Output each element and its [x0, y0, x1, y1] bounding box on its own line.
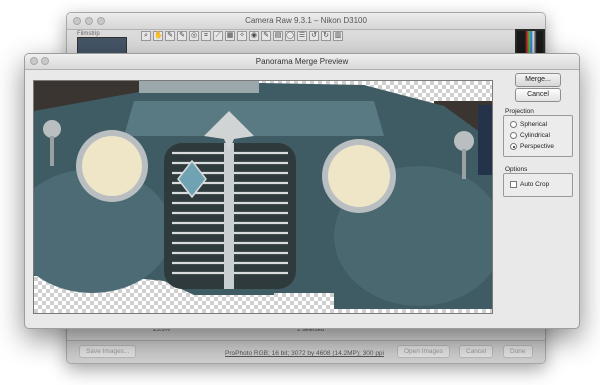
- rotate-left-icon[interactable]: ↺: [309, 31, 319, 41]
- projection-group: Spherical Cylindrical Perspective: [503, 115, 573, 157]
- left-lamp-stem: [50, 136, 54, 166]
- right-side-lamp: [454, 131, 474, 151]
- close-icon[interactable]: [73, 17, 81, 25]
- panorama-options-panel: Merge... Cancel Projection Spherical Cyl…: [501, 72, 575, 322]
- adjustment-brush-icon[interactable]: ✎: [261, 31, 271, 41]
- hood: [124, 101, 384, 136]
- straighten-tool-icon[interactable]: ⟋: [213, 31, 223, 41]
- projection-option-perspective[interactable]: Perspective: [510, 143, 554, 150]
- projection-option-cylindrical[interactable]: Cylindrical: [510, 132, 550, 139]
- save-images-button[interactable]: Save Images...: [79, 345, 137, 358]
- zoom-tool-icon[interactable]: ⌕: [141, 31, 151, 41]
- radio-icon[interactable]: [510, 121, 517, 128]
- hand-tool-icon[interactable]: ✋: [153, 31, 163, 41]
- radio-icon[interactable]: [510, 132, 517, 139]
- options-group: Auto Crop: [503, 173, 573, 197]
- rotate-right-icon[interactable]: ↻: [321, 31, 331, 41]
- red-eye-icon[interactable]: ◉: [249, 31, 259, 41]
- options-label: Options: [505, 166, 528, 173]
- close-icon[interactable]: [30, 57, 38, 65]
- panorama-titlebar: Panorama Merge Preview: [25, 54, 579, 70]
- camera-raw-title: Camera Raw 9.3.1 – Nikon D3100: [245, 16, 367, 25]
- right-lamp-stem: [462, 149, 466, 179]
- projection-label: Projection: [505, 108, 534, 115]
- projection-option-spherical[interactable]: Spherical: [510, 121, 547, 128]
- left-side-lamp: [43, 120, 61, 138]
- checkbox-icon[interactable]: [510, 181, 517, 188]
- radio-selected-icon[interactable]: [510, 143, 517, 150]
- radial-filter-icon[interactable]: ◯: [285, 31, 295, 41]
- camera-raw-toolbar: ⌕ ✋ ✎ ✎ ◎ ⌗ ⟋ ▦ ✧ ◉ ✎ ▤ ◯ ☰ ↺ ↻ ▥: [141, 30, 421, 42]
- panorama-preview: [33, 80, 493, 314]
- cancel-button[interactable]: Cancel: [459, 345, 494, 358]
- trash-icon[interactable]: ▥: [333, 31, 343, 41]
- minimize-icon[interactable]: [85, 17, 93, 25]
- crop-tool-icon[interactable]: ⌗: [201, 31, 211, 41]
- target-adjust-icon[interactable]: ◎: [189, 31, 199, 41]
- preferences-icon[interactable]: ☰: [297, 31, 307, 41]
- background-person: [478, 105, 492, 175]
- panorama-image: [34, 81, 492, 309]
- camera-raw-bottom-bar: Save Images... ProPhoto RGB; 16 bit; 307…: [67, 340, 545, 363]
- panorama-merge-dialog: Panorama Merge Preview Merge... Cancel P…: [24, 53, 580, 329]
- merge-button[interactable]: Merge...: [515, 73, 561, 87]
- done-button[interactable]: Done: [503, 345, 533, 358]
- auto-crop-option[interactable]: Auto Crop: [510, 181, 549, 188]
- color-sampler-icon[interactable]: ✎: [177, 31, 187, 41]
- panorama-cancel-button[interactable]: Cancel: [515, 88, 561, 102]
- grille-center-bar: [224, 143, 234, 289]
- open-images-button[interactable]: Open Images: [397, 345, 451, 358]
- minimize-icon[interactable]: [41, 57, 49, 65]
- zoom-icon[interactable]: [97, 17, 105, 25]
- spot-removal-icon[interactable]: ✧: [237, 31, 247, 41]
- panorama-title: Panorama Merge Preview: [255, 57, 349, 66]
- left-headlight: [82, 136, 142, 196]
- graduated-filter-icon[interactable]: ▤: [273, 31, 283, 41]
- transform-tool-icon[interactable]: ▦: [225, 31, 235, 41]
- windshield: [139, 81, 259, 93]
- camera-raw-titlebar: Camera Raw 9.3.1 – Nikon D3100: [67, 13, 545, 30]
- workflow-options-link[interactable]: ProPhoto RGB; 16 bit; 3072 by 4608 (14.2…: [225, 350, 384, 357]
- histogram: [517, 31, 543, 53]
- white-balance-tool-icon[interactable]: ✎: [165, 31, 175, 41]
- right-headlight: [328, 145, 390, 207]
